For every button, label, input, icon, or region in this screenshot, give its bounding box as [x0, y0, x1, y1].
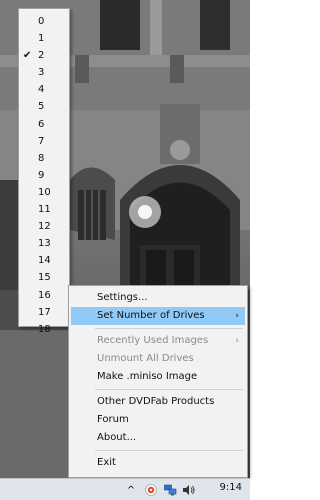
drive-count-option-5[interactable]: 5 [19, 98, 69, 115]
menu-separator [95, 389, 243, 390]
drive-count-label: 10 [38, 186, 51, 198]
menu-item-label: Set Number of Drives [97, 310, 205, 321]
drive-count-label: 13 [38, 238, 51, 250]
menu-item-label: Unmount All Drives [97, 353, 194, 364]
tray-context-menu: Settings... Set Number of Drives › Recen… [68, 285, 248, 478]
drive-count-label: 1 [38, 33, 45, 45]
drive-count-label: 5 [38, 101, 45, 113]
drive-count-label: 8 [38, 152, 45, 164]
drive-count-label: 11 [38, 204, 51, 216]
menu-item-label: Make .miniso Image [97, 371, 198, 382]
drive-count-label: 15 [38, 272, 51, 284]
drive-count-label: 3 [38, 67, 45, 79]
network-icon[interactable] [163, 483, 177, 497]
drive-count-option-3[interactable]: 3 [19, 64, 69, 81]
drive-count-option-1[interactable]: 1 [19, 30, 69, 47]
drive-count-label: 16 [38, 289, 51, 301]
menu-item-forum[interactable]: Forum [71, 411, 245, 429]
dvdfab-tray-icon[interactable] [144, 483, 158, 497]
drive-count-option-10[interactable]: 10 [19, 184, 69, 201]
menu-item-exit[interactable]: Exit [71, 454, 245, 472]
drive-count-option-11[interactable]: 11 [19, 201, 69, 218]
drive-count-option-6[interactable]: 6 [19, 116, 69, 133]
drive-count-option-18[interactable]: 18 [19, 321, 69, 338]
menu-item-label: Recently Used Images [97, 335, 209, 346]
drive-count-option-14[interactable]: 14 [19, 252, 69, 269]
menu-item-label: Forum [97, 414, 129, 425]
drive-count-option-0[interactable]: 0 [19, 13, 69, 30]
menu-item-unmount-all-drives[interactable]: Unmount All Drives [71, 350, 245, 368]
drive-count-option-15[interactable]: 15 [19, 269, 69, 286]
menu-item-recently-used-images[interactable]: Recently Used Images › [71, 332, 245, 350]
show-hidden-icons-chevron-icon[interactable]: ^ [124, 483, 138, 497]
volume-icon[interactable] [182, 483, 196, 497]
menu-item-label: Exit [97, 457, 116, 468]
drive-count-label: 14 [38, 255, 51, 267]
drive-count-option-12[interactable]: 12 [19, 218, 69, 235]
drive-count-option-2[interactable]: ✔ 2 [19, 47, 69, 64]
drive-count-label: 4 [38, 84, 45, 96]
menu-separator [95, 450, 243, 451]
menu-item-label: Other DVDFab Products [97, 396, 215, 407]
drive-count-label: 17 [38, 306, 51, 318]
drive-count-label: 7 [38, 135, 45, 147]
checkmark-icon: ✔ [23, 50, 32, 62]
menu-item-set-number-of-drives[interactable]: Set Number of Drives › [71, 307, 245, 325]
drive-count-label: 18 [38, 323, 51, 335]
drive-count-option-8[interactable]: 8 [19, 150, 69, 167]
drive-count-label: 6 [38, 118, 45, 130]
menu-separator [95, 328, 243, 329]
drive-count-label: 0 [38, 16, 45, 27]
menu-item-label: About... [97, 432, 137, 443]
taskbar: ^ 9:14 [0, 478, 250, 500]
menu-item-about[interactable]: About... [71, 429, 245, 447]
chevron-right-icon: › [235, 311, 239, 321]
drive-count-option-16[interactable]: 16 [19, 287, 69, 304]
drive-count-label: 2 [38, 50, 45, 62]
chevron-right-icon: › [235, 336, 239, 346]
clock[interactable]: 9:14 [220, 482, 242, 493]
menu-item-make-miniso-image[interactable]: Make .miniso Image [71, 368, 245, 386]
menu-item-settings[interactable]: Settings... [71, 289, 245, 307]
drive-count-option-9[interactable]: 9 [19, 167, 69, 184]
drive-count-label: 12 [38, 221, 51, 233]
chevron-up-icon: ^ [126, 484, 136, 496]
drive-count-option-4[interactable]: 4 [19, 81, 69, 98]
drive-count-option-13[interactable]: 13 [19, 235, 69, 252]
drive-count-option-17[interactable]: 17 [19, 304, 69, 321]
drive-count-label: 9 [38, 169, 45, 181]
menu-item-label: Settings... [97, 292, 148, 303]
drive-count-option-7[interactable]: 7 [19, 133, 69, 150]
drives-count-submenu: 0 1 ✔ 2 3 4 5 6 7 8 9 10 11 12 13 14 15 16 17 18 [18, 8, 70, 335]
menu-item-other-dvdfab-products[interactable]: Other DVDFab Products [71, 393, 245, 411]
